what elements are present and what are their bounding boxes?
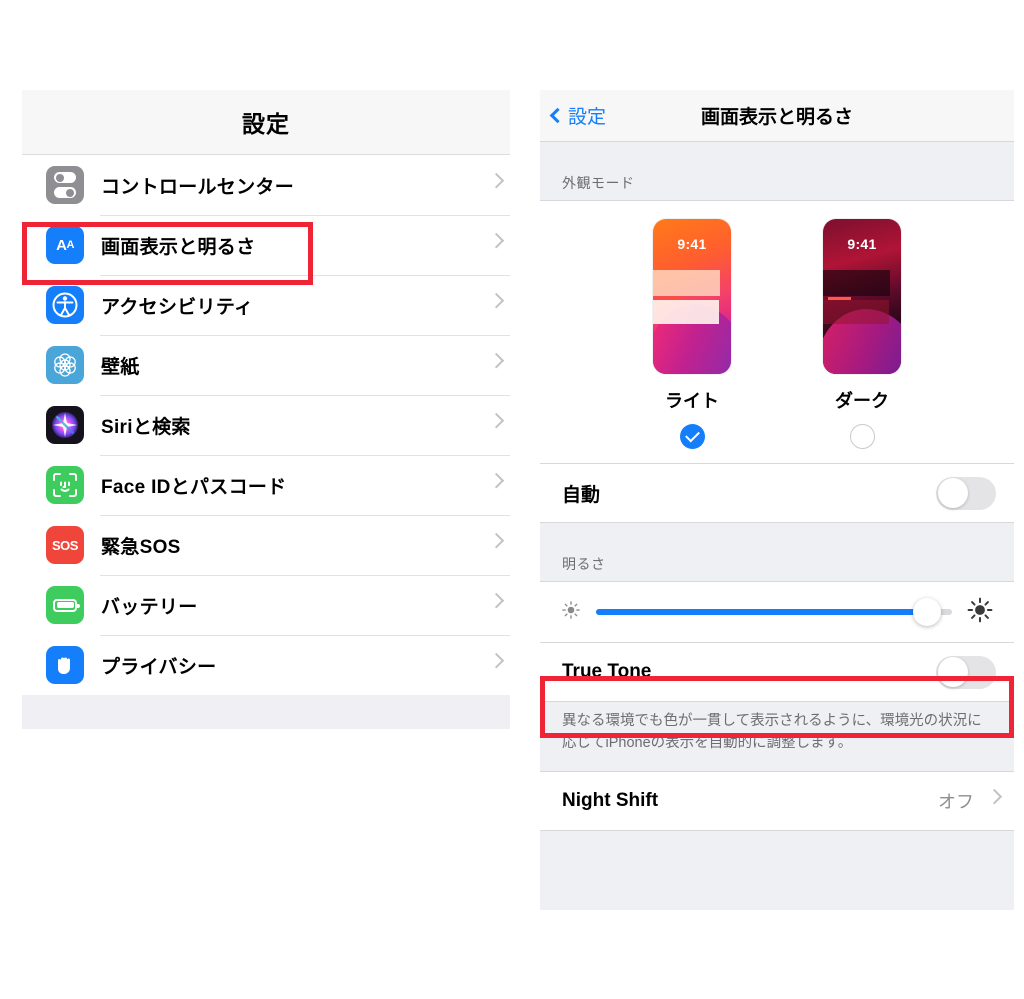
screenshot-canvas: 設定 コントロールセンター AA 画面表示と明るさ アクセシビリティ 壁紙 Si…: [0, 0, 1024, 999]
night-shift-group: Night Shift オフ: [540, 770, 1014, 831]
appearance-group: 9:41 ライト 9:41 ダーク: [540, 200, 1014, 464]
privacy-hand-icon: [46, 646, 84, 684]
battery-icon: [46, 586, 84, 624]
chevron-right-icon: [488, 652, 505, 669]
sidebar-item-label: コントロールセンター: [101, 176, 295, 198]
sidebar-item-accessibility[interactable]: アクセシビリティ: [22, 275, 510, 335]
display-brightness-icon: AA: [46, 226, 84, 264]
back-button-label: 設定: [568, 107, 607, 128]
sidebar-item-face-id-passcode[interactable]: Face IDとパスコード: [22, 455, 510, 515]
chevron-right-icon: [488, 412, 505, 429]
siri-icon: [46, 406, 84, 444]
chevron-right-icon: [488, 532, 505, 549]
left-nav-bar: 設定: [22, 90, 510, 155]
sidebar-item-label: バッテリー: [101, 596, 198, 618]
sidebar-item-label: 壁紙: [101, 356, 140, 378]
appearance-section-header: 外観モード: [562, 175, 635, 191]
true-tone-footnote: 異なる環境でも色が一貫して表示されるように、環境光の状況に応じてiPhoneの表…: [562, 713, 982, 751]
sidebar-item-label: Siriと検索: [101, 416, 191, 438]
control-center-icon: [46, 166, 84, 204]
sidebar-item-privacy[interactable]: プライバシー: [22, 635, 510, 695]
sidebar-item-control-center[interactable]: コントロールセンター: [22, 155, 510, 215]
toggle-true-tone[interactable]: [936, 655, 996, 689]
sidebar-item-siri-search[interactable]: Siriと検索: [22, 395, 510, 455]
brightness-track[interactable]: [596, 598, 952, 626]
sun-high-icon: [966, 596, 994, 629]
settings-items-list: コントロールセンター AA 画面表示と明るさ アクセシビリティ 壁紙 Siriと…: [22, 155, 510, 695]
back-button[interactable]: 設定: [549, 102, 607, 129]
left-list-footer-spacer: [22, 695, 510, 729]
appearance-option-label: ダーク: [835, 391, 889, 411]
row-true-tone[interactable]: True Tone: [540, 643, 1014, 701]
chevron-right-icon: [488, 292, 505, 309]
appearance-option-dark[interactable]: 9:41 ダーク: [823, 219, 901, 449]
emergency-sos-icon: SOS: [46, 526, 84, 564]
sidebar-item-label: 緊急SOS: [101, 536, 181, 558]
brightness-slider-row: [540, 581, 1014, 643]
sos-glyph-label: SOS: [52, 537, 78, 553]
row-auto-appearance[interactable]: 自動: [540, 464, 1014, 522]
auto-appearance-group: 自動: [540, 464, 1014, 523]
light-wallpaper-preview: 9:41: [653, 219, 731, 374]
appearance-option-light[interactable]: 9:41 ライト: [653, 219, 731, 449]
page-title-display: 画面表示と明るさ: [700, 107, 853, 128]
bottom-spacer: [540, 830, 1014, 877]
sidebar-item-label: Face IDとパスコード: [101, 476, 287, 498]
true-tone-group: True Tone: [540, 643, 1014, 702]
brightness-section-header: 明るさ: [562, 556, 606, 572]
appearance-option-label: ライト: [665, 391, 719, 411]
sidebar-item-wallpaper[interactable]: 壁紙: [22, 335, 510, 395]
chevron-right-icon: [986, 788, 1003, 804]
sidebar-item-label: 画面表示と明るさ: [101, 236, 256, 258]
display-brightness-panel: 設定 画面表示と明るさ 外観モード 9:41 ライト 9:41 ダーク 自動 明…: [540, 90, 1014, 910]
row-label: Night Shift: [562, 789, 659, 811]
toggle-knob: [937, 478, 968, 508]
chevron-left-icon: [549, 107, 566, 124]
sidebar-item-label: プライバシー: [101, 656, 217, 678]
chevron-right-icon: [488, 472, 505, 489]
sidebar-item-label: アクセシビリティ: [101, 296, 254, 318]
sidebar-item-battery[interactable]: バッテリー: [22, 575, 510, 635]
chevron-right-icon: [488, 592, 505, 609]
toggle-auto-appearance[interactable]: [936, 476, 996, 510]
appearance-previews: 9:41 ライト 9:41 ダーク: [540, 219, 1014, 449]
night-shift-value: オフ: [938, 791, 974, 812]
chevron-right-icon: [488, 172, 505, 189]
radio-dark-unselected[interactable]: [849, 424, 875, 449]
chevron-right-icon: [488, 232, 505, 249]
preview-time: 9:41: [847, 236, 877, 252]
toggle-knob: [937, 657, 968, 687]
settings-list-panel: 設定 コントロールセンター AA 画面表示と明るさ アクセシビリティ 壁紙 Si…: [22, 90, 510, 729]
brightness-knob[interactable]: [913, 598, 942, 626]
row-label: True Tone: [562, 661, 652, 682]
dark-wallpaper-preview: 9:41: [823, 219, 901, 374]
accessibility-icon: [46, 286, 84, 324]
sun-low-icon: [560, 599, 582, 626]
row-night-shift[interactable]: Night Shift オフ: [540, 771, 1014, 830]
brightness-fill: [596, 609, 928, 615]
page-title-settings: 設定: [242, 111, 290, 137]
chevron-right-icon: [488, 352, 505, 369]
sidebar-item-display-brightness[interactable]: AA 画面表示と明るさ: [22, 215, 510, 275]
right-nav-bar: 設定 画面表示と明るさ: [540, 90, 1014, 142]
face-id-icon: [46, 466, 84, 504]
row-label: 自動: [562, 484, 601, 506]
wallpaper-icon: [46, 346, 84, 384]
radio-light-selected[interactable]: [679, 424, 705, 449]
sidebar-item-emergency-sos[interactable]: SOS 緊急SOS: [22, 515, 510, 575]
preview-time: 9:41: [677, 236, 707, 252]
